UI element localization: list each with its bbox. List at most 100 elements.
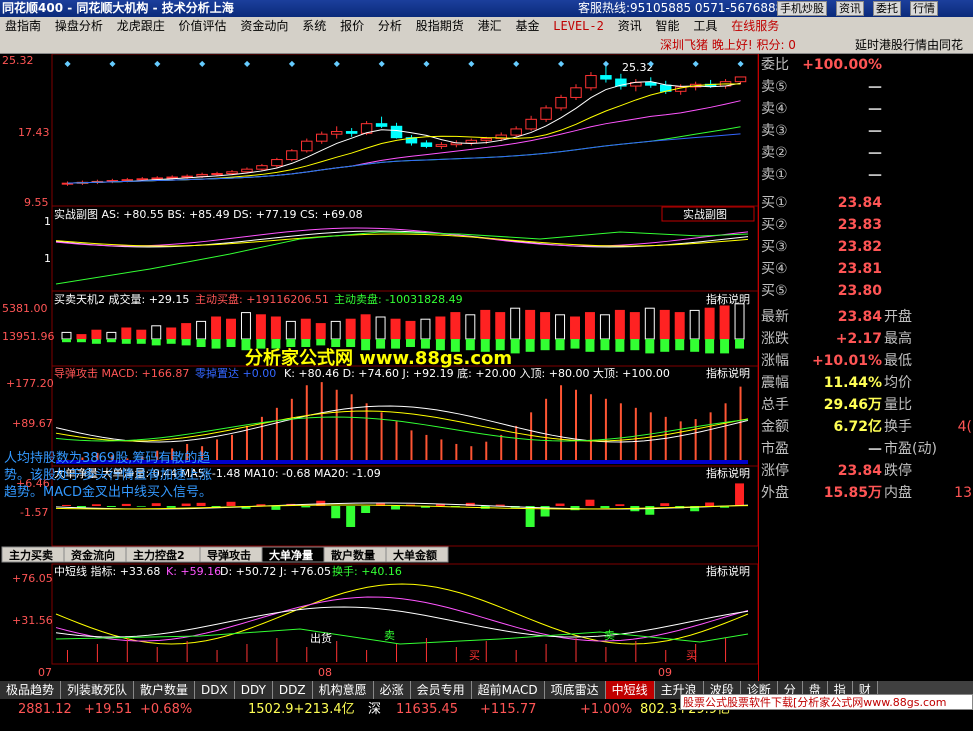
x-tick: 07	[38, 666, 52, 679]
p2-sell-bar	[166, 339, 176, 344]
bottom-tab[interactable]: 机构意愿	[312, 681, 374, 699]
quote-label: 最新	[761, 309, 789, 325]
bottom-tab[interactable]: 会员专用	[410, 681, 472, 699]
menu-item[interactable]: 港汇	[473, 17, 507, 36]
chart-area[interactable]: 25.32 17.43 9.55 25.32 ◆ ◆ ◆ ◆ ◆ ◆ ◆ ◆ ◆ ◆ ◆ ◆ ◆ ◆ ◆ ◆ …	[0, 54, 760, 681]
quote-row: 卖② —	[759, 142, 973, 164]
candle	[435, 144, 448, 147]
menu-item[interactable]: 资金动向	[235, 17, 293, 36]
p2-buy-bar	[76, 334, 87, 340]
news-button[interactable]: 资讯	[836, 1, 864, 16]
menu-item[interactable]: 基金	[510, 17, 544, 36]
indicator-tab-label: 资金流向	[71, 548, 115, 562]
bottom-tab[interactable]: DDX	[195, 681, 235, 699]
index-value: +0.68%	[140, 702, 193, 717]
bottom-tab[interactable]: 超前MACD	[471, 681, 545, 699]
bottom-tab[interactable]: 必涨	[373, 681, 411, 699]
p5-legend: 中短线 指标: +33.68	[54, 564, 160, 578]
p2-sell-bar	[316, 339, 326, 346]
candle	[151, 177, 163, 180]
signal-label: 卖	[604, 629, 615, 642]
p4-bar	[121, 503, 131, 506]
p4-bar	[91, 504, 101, 506]
y-tick: +177.20	[6, 377, 54, 390]
mobile-trade-button[interactable]: 手机炒股	[777, 1, 827, 16]
p2-sell-bar	[406, 339, 415, 347]
menu-item[interactable]: 智能	[651, 17, 685, 36]
index-value: +1.00%	[580, 702, 633, 717]
p2-legend-buy: 主动买盘: +19116206.51	[195, 292, 329, 306]
menu-item[interactable]: 报价	[335, 17, 369, 36]
p2-buy-bar	[659, 309, 670, 340]
p4-bar	[331, 506, 341, 519]
p4-bar	[301, 506, 311, 508]
notice-text: 延时港股行情由同花	[855, 38, 964, 52]
menu-item[interactable]: 盘指南	[0, 17, 46, 36]
index-value: 1502.9+213.4亿	[248, 702, 355, 717]
bottom-tab[interactable]: 中短线	[605, 681, 655, 699]
p5-legend-k: K: +59.16	[166, 565, 221, 578]
p3-legend-c: K: +80.46 D: +74.60 J: +92.19 底: +20.00 …	[284, 366, 670, 380]
p5-help[interactable]: 指标说明	[706, 564, 750, 578]
ad-banner[interactable]: 股票公式股票软件下载[分析家公式网www.88gs.com	[680, 694, 973, 710]
p2-buy-bar	[61, 331, 72, 340]
menu-item[interactable]: 价值评估	[174, 17, 232, 36]
p3-help[interactable]: 指标说明	[706, 366, 750, 380]
quote-label: 卖②	[761, 145, 788, 161]
bottom-tab[interactable]: 项底雷达	[544, 681, 606, 699]
menu-item-level2[interactable]: LEVEL-2	[548, 17, 609, 36]
signal-diamond: ◆	[334, 59, 341, 68]
y-tick: 5381.00	[2, 302, 48, 315]
menu-item[interactable]: 资讯	[613, 17, 647, 36]
quote-label: 买②	[761, 217, 788, 233]
p2-buy-bar	[599, 314, 610, 340]
quote-row: 涨停 23.84 跌停	[759, 460, 973, 482]
signal-diamond: ◆	[648, 59, 655, 68]
p2-sell-bar	[331, 339, 341, 347]
candle	[480, 138, 492, 141]
menu-item[interactable]: 操盘分析	[50, 17, 108, 36]
bottom-tab[interactable]: DDZ	[272, 681, 313, 699]
analysis-summary: 人均持股数为3869股,筹码有散的趋势。该股处于多头行情且有加速上涨趋势。MAC…	[4, 451, 213, 500]
signal-diamond: ◆	[513, 59, 520, 68]
quote-value: 23.80	[837, 283, 882, 299]
p2-buy-bar	[674, 312, 685, 340]
p2-buy-bar	[285, 320, 296, 340]
indicator-tab-label: 导弹攻击	[207, 548, 251, 562]
p4-help[interactable]: 指标说明	[706, 466, 750, 480]
menu-item[interactable]: 龙虎跟庄	[112, 17, 170, 36]
index-value: 11635.45	[396, 702, 459, 717]
quote-value: +2.17	[835, 331, 882, 347]
p2-buy-bar	[435, 316, 446, 340]
p3-d-line	[55, 410, 749, 442]
menu-item[interactable]: 工具	[688, 17, 722, 36]
bottom-tab[interactable]: DDY	[234, 681, 273, 699]
bottom-tab[interactable]: 散户数量	[134, 681, 196, 699]
order-button[interactable]: 委托	[873, 1, 901, 16]
quote-label: 涨停	[761, 463, 789, 479]
quote-button[interactable]: 行情	[910, 1, 938, 16]
candle	[345, 131, 358, 134]
quote-label-2: 最低	[884, 353, 912, 369]
p4-bar	[391, 506, 401, 510]
quote-label-2: 均价	[884, 375, 912, 391]
signal-diamond: ◆	[289, 59, 296, 68]
menu-item[interactable]: 股指期货	[411, 17, 469, 36]
menu-item-online[interactable]: 在线服务	[726, 17, 784, 36]
index-value: +19.51	[84, 702, 133, 717]
moving-average-line	[67, 83, 741, 184]
quote-row: 涨幅 +10.01% 最低	[759, 350, 973, 372]
p2-sell-bar	[690, 339, 700, 352]
candle	[555, 96, 567, 109]
quote-panel: 委比 +100.00% 卖⑤ — 卖④ — 卖③ — 卖② — 卖① — 买① 23.84 买② 23.83 买…	[758, 54, 973, 681]
quote-label: 卖⑤	[761, 79, 788, 95]
p2-buy-bar	[181, 323, 192, 340]
y-tick: +76.05	[12, 572, 53, 585]
menu-item[interactable]: 分析	[373, 17, 407, 36]
bottom-tab[interactable]: 极品趋势	[0, 681, 62, 699]
p2-buy-bar	[629, 312, 640, 340]
bottom-tab[interactable]: 列装敢死队	[61, 681, 135, 699]
p2-sell-bar	[121, 339, 131, 344]
p1-legend: 实战副图 AS: +80.55 BS: +85.49 DS: +77.19 CS…	[54, 207, 363, 221]
menu-item[interactable]: 系统	[297, 17, 331, 36]
